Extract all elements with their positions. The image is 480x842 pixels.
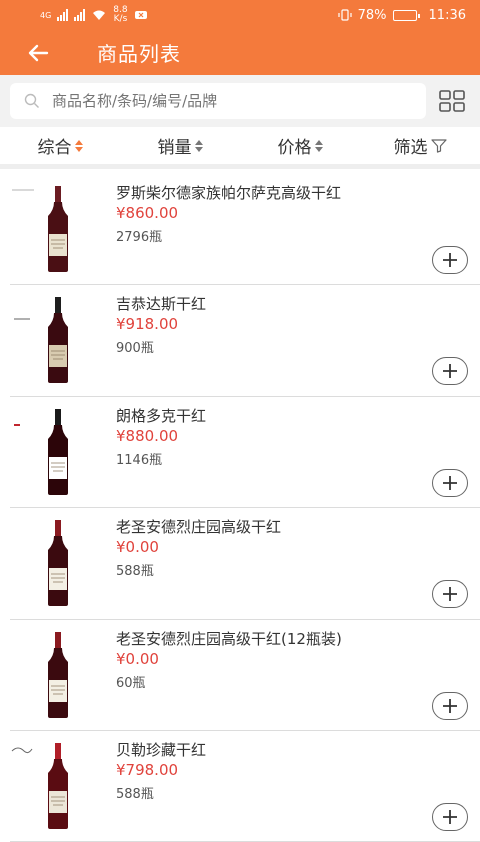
sort-composite[interactable]: 综合 [0,133,120,158]
speed-unit: K/s [113,14,128,24]
sort-composite-label: 综合 [37,138,72,158]
product-image [10,518,106,608]
add-to-cart-button[interactable] [432,802,468,831]
wine-bottle-icon [48,631,68,718]
sort-sales-label: 销量 [157,138,192,158]
clock: 11:36 [428,7,466,23]
sort-arrows-icon [74,139,83,152]
product-stock: 588瓶 [116,786,154,802]
product-price: ¥0.00 [116,538,159,557]
grid-view-button[interactable] [434,83,470,119]
plus-icon [443,364,457,379]
network-speed: 8.8 K/s [113,6,127,24]
wine-bottle-icon [11,742,68,829]
product-list: 罗斯柴尔德家族帕尔萨克高级干红 ¥860.00 2796瓶 吉恭达斯干红 ¥91… [0,174,480,842]
product-name[interactable]: 贝勒珍藏干红 [116,739,206,760]
sort-bar: 综合 销量 价格 筛选 [0,127,480,169]
filter-label: 筛选 [393,138,428,158]
sort-price[interactable]: 价格 [240,133,360,158]
signal-icon-2 [74,9,86,21]
notification-icon [134,11,147,19]
add-to-cart-button[interactable] [432,357,468,386]
sort-arrows-icon [194,139,203,152]
wine-bottle-icon [48,520,68,607]
product-name[interactable]: 老圣安德烈庄园高级干红 [116,516,281,537]
search-row [0,75,480,127]
battery-icon [392,9,420,21]
wifi-icon [93,10,106,20]
product-name[interactable]: 老圣安德烈庄园高级干红(12瓶装) [116,628,342,649]
add-to-cart-button[interactable] [432,691,468,720]
product-image [10,295,106,385]
product-price: ¥860.00 [116,204,179,222]
sort-arrows-icon [314,139,323,152]
product-image [10,630,106,720]
plus-icon [443,587,457,602]
product-name[interactable]: 吉恭达斯干红 [116,293,206,314]
wine-bottle-icon [12,186,68,272]
add-to-cart-button[interactable] [432,468,468,497]
page-title: 商品列表 [97,42,181,66]
plus-icon [443,809,457,824]
product-stock: 60瓶 [116,675,146,691]
back-arrow-icon [28,44,48,61]
network-label: 4G [40,10,52,20]
product-item[interactable]: 老圣安德烈庄园高级干红 ¥0.00 588瓶 [10,508,480,620]
add-to-cart-button[interactable] [432,246,468,274]
product-stock: 900瓶 [116,341,154,357]
vibrate-icon [338,9,352,21]
search-box[interactable] [10,83,427,119]
product-name[interactable]: 朗格多克干红 [116,405,206,426]
product-item[interactable]: 吉恭达斯干红 ¥918.00 900瓶 [10,285,480,397]
sort-sales[interactable]: 销量 [120,133,240,158]
product-name[interactable]: 罗斯柴尔德家族帕尔萨克高级干红 [116,182,341,203]
signal-icon [57,9,69,21]
product-item[interactable]: 罗斯柴尔德家族帕尔萨克高级干红 ¥860.00 2796瓶 [10,174,480,286]
product-price: ¥0.00 [116,649,159,668]
status-left: 4G 8.8 K/s [40,6,148,24]
product-price: ¥798.00 [116,760,179,779]
filter-button[interactable]: 筛选 [360,133,480,158]
sort-price-label: 价格 [277,138,312,158]
status-bar: 4G 8.8 K/s 78% 11:36 [0,0,480,30]
product-stock: 2796瓶 [116,230,163,245]
add-to-cart-button[interactable] [432,580,468,609]
product-item[interactable]: 朗格多克干红 ¥880.00 1146瓶 [10,397,480,509]
product-item[interactable]: 贝勒珍藏干红 ¥798.00 588瓶 [10,731,480,842]
product-price: ¥880.00 [116,426,179,445]
plus-icon [443,253,457,267]
product-image [10,184,106,274]
wine-bottle-icon [14,297,68,384]
title-bar: 商品列表 [0,30,480,75]
product-price: ¥918.00 [116,315,179,334]
search-input[interactable] [52,92,392,110]
status-right: 78% 11:36 [338,8,466,23]
product-image [10,407,106,497]
battery-percent: 78% [357,7,387,23]
filter-icon [430,138,447,153]
plus-icon [443,475,457,490]
product-stock: 588瓶 [116,564,154,580]
product-item[interactable]: 老圣安德烈庄园高级干红(12瓶装) ¥0.00 60瓶 [10,620,480,731]
product-image [10,741,106,831]
search-icon [24,93,39,108]
grid-view-icon [439,90,466,112]
wine-bottle-icon [14,408,68,495]
product-stock: 1146瓶 [116,452,163,468]
back-button[interactable] [0,30,75,75]
plus-icon [443,698,457,713]
